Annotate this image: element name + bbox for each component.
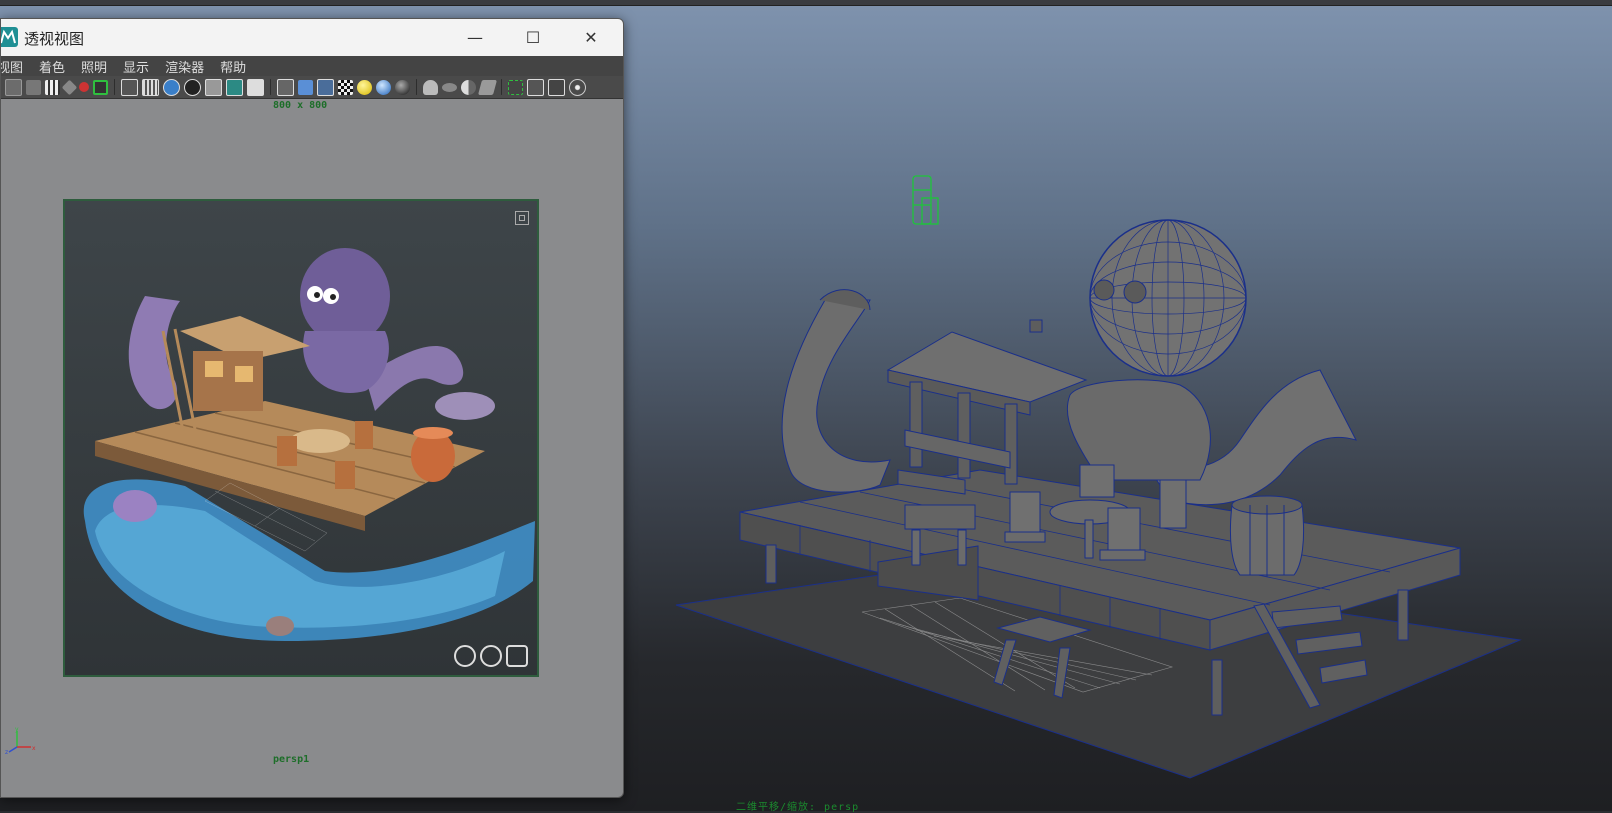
frame-icon[interactable] (93, 79, 108, 95)
maximize-button[interactable]: ☐ (504, 19, 562, 56)
viewport-menubar: 视图 着色 照明 显示 渲染器 帮助 (1, 56, 623, 76)
lighting-icon[interactable] (184, 78, 201, 96)
octopus-head (1089, 219, 1247, 377)
menu-help[interactable]: 帮助 (220, 57, 246, 76)
inner-tentacle-left (128, 296, 180, 410)
film-gate-icon[interactable] (45, 79, 60, 95)
half-sphere-icon[interactable] (461, 79, 476, 95)
shack (886, 319, 1088, 495)
maya-app-icon (1, 27, 18, 47)
window-titlebar[interactable]: 透视视图 — ☐ ✕ (1, 19, 623, 57)
text-icon[interactable] (247, 78, 264, 96)
svg-text:x: x (32, 745, 36, 752)
head-icon[interactable] (423, 79, 438, 95)
shadow-icon[interactable] (205, 78, 222, 96)
cube-shaded-icon[interactable] (298, 79, 313, 95)
settings-icon[interactable] (506, 645, 528, 667)
menu-show[interactable]: 显示 (123, 57, 149, 76)
sphere-dark-icon[interactable] (395, 79, 410, 95)
render-icon[interactable] (480, 645, 502, 667)
selected-lantern (912, 175, 939, 225)
vase-icon[interactable] (477, 79, 498, 95)
toolbar-separator (416, 79, 417, 95)
checker-icon[interactable] (338, 79, 353, 95)
disc-icon[interactable] (442, 82, 457, 92)
boxes-icon[interactable] (548, 78, 565, 96)
toolbar-separator (501, 79, 502, 95)
share-icon[interactable] (569, 78, 586, 96)
camera-label-name: persp (824, 802, 860, 813)
menu-renderer[interactable]: 渲染器 (165, 57, 204, 76)
cube-icon[interactable] (277, 78, 294, 96)
inner-scene-render (83, 248, 535, 641)
wireframe-icon[interactable] (121, 78, 138, 96)
cube-textured-icon[interactable] (317, 78, 334, 96)
isolate-icon[interactable] (79, 82, 89, 92)
grid-icon[interactable] (61, 79, 78, 95)
texture-icon[interactable] (163, 78, 180, 96)
expand-icon[interactable] (515, 211, 529, 225)
svg-text:z: z (5, 749, 8, 755)
sphere-yellow-icon[interactable] (357, 79, 372, 95)
viewport-toolbar (1, 76, 623, 99)
toolbar-separator (114, 79, 115, 95)
barrel (1229, 495, 1305, 577)
minimize-button[interactable]: — (446, 19, 504, 56)
toolbar-separator (270, 79, 271, 95)
select-camera-icon[interactable] (508, 79, 523, 95)
resolution-label: 800 x 800 (273, 100, 328, 111)
perspective-view-window[interactable]: 透视视图 — ☐ ✕ 视图 着色 照明 显示 渲染器 帮助 (0, 18, 624, 798)
close-button[interactable]: ✕ (562, 19, 620, 56)
menu-shading[interactable]: 着色 (39, 57, 65, 76)
camera-icon[interactable] (454, 645, 476, 667)
sphere-blue-icon[interactable] (376, 79, 391, 95)
menu-lighting[interactable]: 照明 (81, 57, 107, 76)
bookmark-icon[interactable] (26, 79, 41, 95)
camera-attributes-icon[interactable] (5, 78, 22, 96)
box-icon[interactable] (527, 78, 544, 96)
menu-view[interactable]: 视图 (1, 57, 23, 76)
xray-icon[interactable] (226, 78, 243, 96)
tentacle-left (781, 299, 891, 493)
render-gate[interactable] (63, 199, 539, 677)
window-title: 透视视图 (24, 30, 85, 48)
smooth-shade-icon[interactable] (142, 78, 159, 96)
axis-gizmo-icon: y x z (5, 726, 36, 755)
svg-text:y: y (15, 726, 19, 733)
camera-label-prefix: 二维平移/缩放: (736, 802, 817, 813)
camera-name-label: persp1 (273, 754, 310, 765)
